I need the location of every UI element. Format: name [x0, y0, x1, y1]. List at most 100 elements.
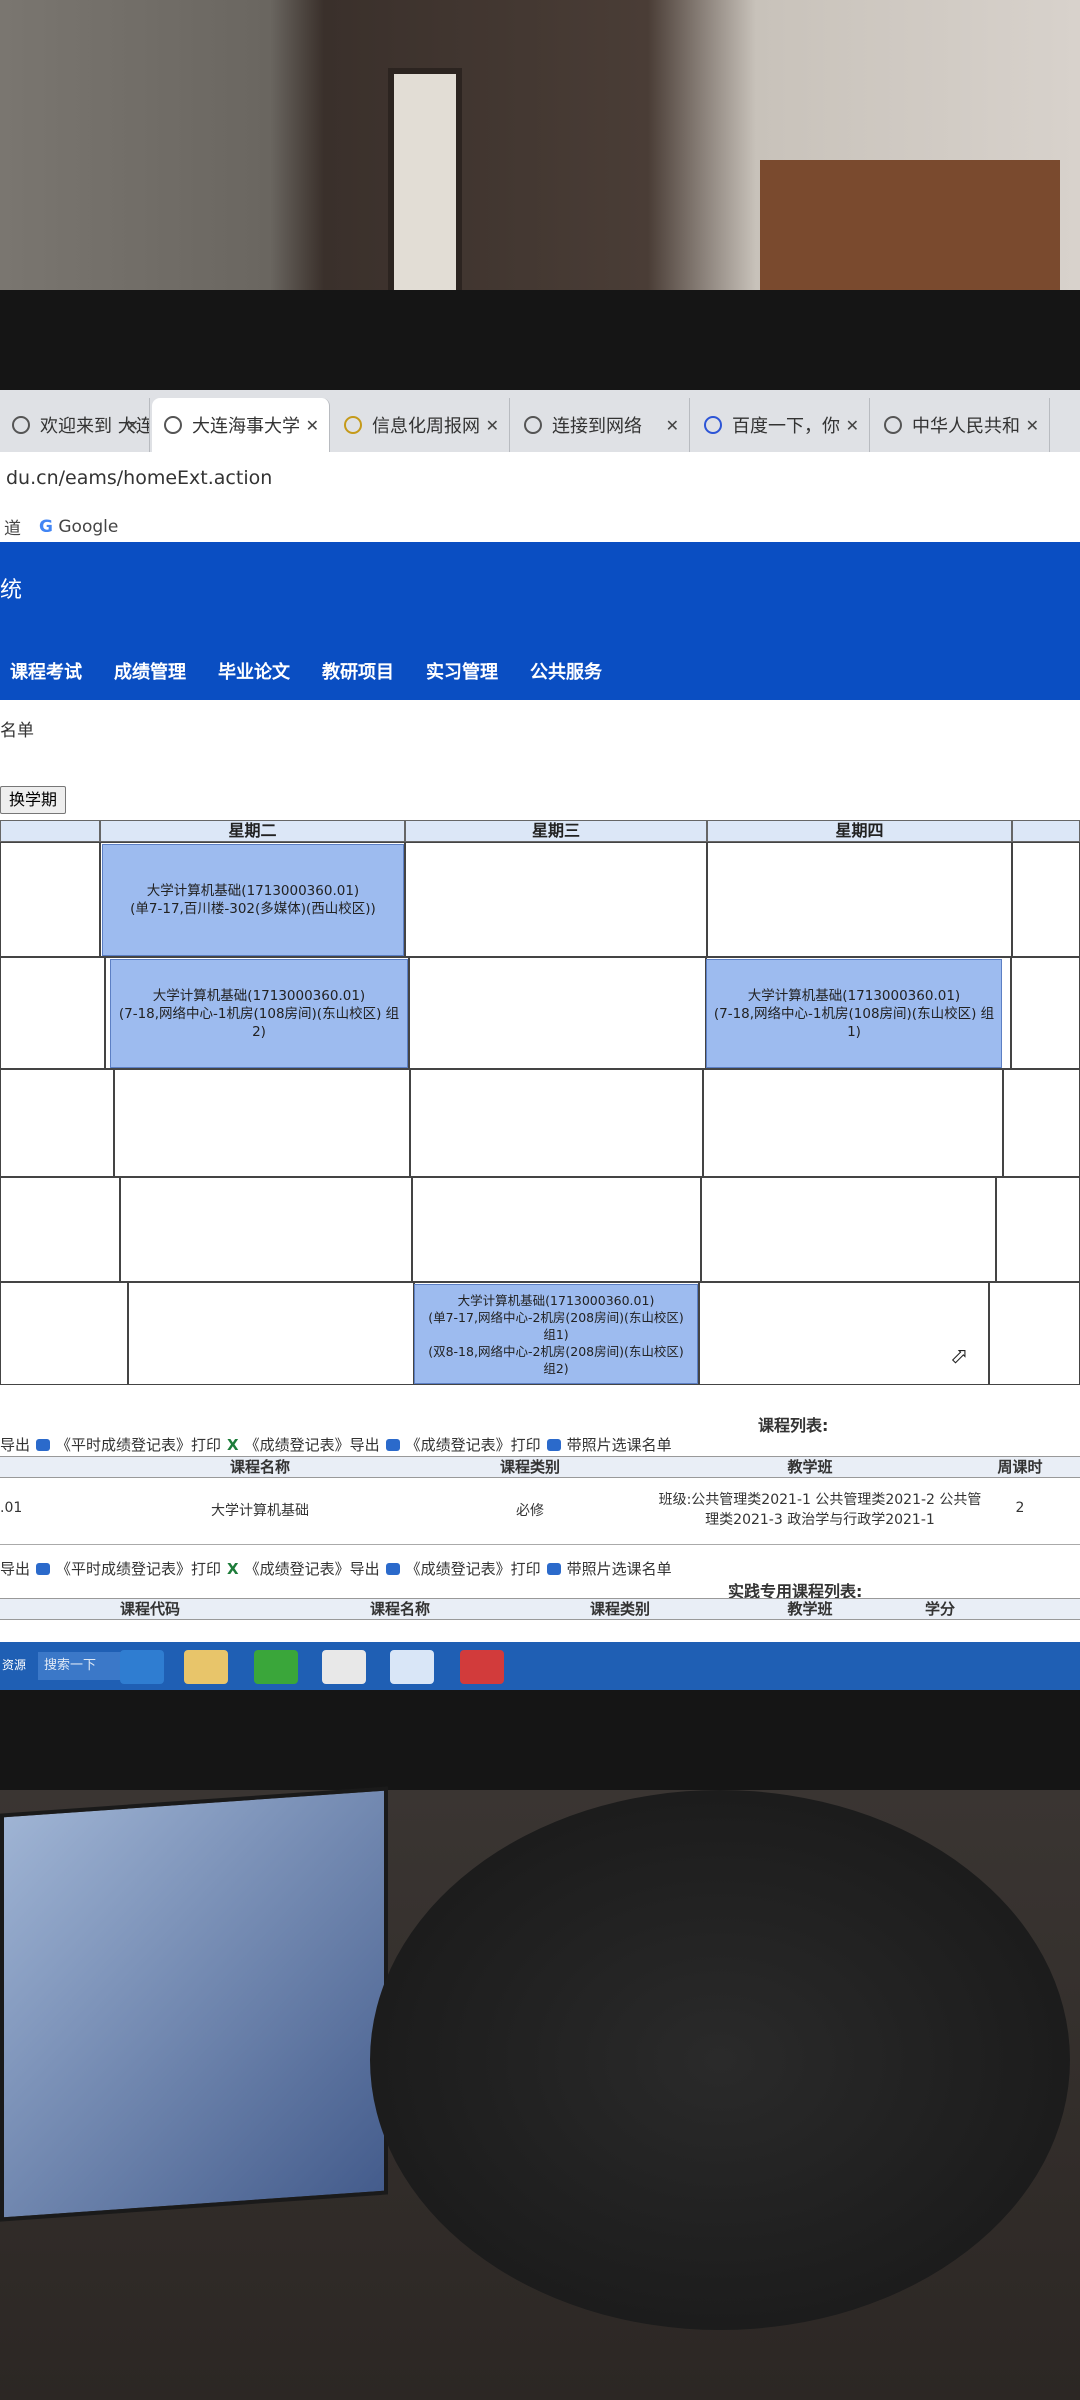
course-block-tue-1[interactable]: 大学计算机基础(1713000360.01) (单7-17,百川楼-302(多媒… — [102, 844, 404, 956]
col-course-name: 课程名称 — [229, 1458, 290, 1476]
tab-label: 信息化周报网 — [372, 416, 480, 437]
timetable-cell — [405, 842, 707, 957]
folder-icon[interactable] — [184, 1650, 228, 1684]
close-icon[interactable]: ✕ — [1026, 416, 1039, 435]
practice-list-header: 课程代码 课程名称 课程类别 教学班 学分 — [0, 1598, 1080, 1620]
globe-icon — [12, 416, 30, 434]
timetable-cell — [996, 1177, 1080, 1282]
cloud-icon[interactable] — [390, 1650, 434, 1684]
course-line: (双8-18,网络中心-2机房(208房间)(东山校区) — [428, 1343, 684, 1359]
cube-icon — [344, 416, 362, 434]
address-text: du.cn/eams/homeExt.action — [6, 467, 273, 489]
globe-icon — [164, 416, 182, 434]
course-line: (单7-17,网络中心-2机房(208房间)(东山校区) — [428, 1309, 684, 1325]
close-icon[interactable]: ✕ — [126, 416, 139, 435]
tab-label: 百度一下，你 — [732, 416, 840, 437]
nav-grades[interactable]: 成绩管理 — [114, 658, 186, 684]
practice-list-toolbar: 导出 《平时成绩登记表》打印 X 《成绩登记表》导出 《成绩登记表》打印 带照片… — [0, 1558, 672, 1579]
tab-network[interactable]: 连接到网络 ✕ — [512, 398, 690, 452]
timetable-cell — [701, 1177, 996, 1282]
windows-taskbar: 资源 搜索一下 — [0, 1642, 1080, 1690]
browser-tab-bar: 欢迎来到 大连 ✕ 大连海事大学 ✕ 信息化周报网 ✕ 连接到网络 ✕ 百度一下… — [0, 390, 1080, 452]
day-header-fri — [1012, 820, 1080, 842]
course-block-wed[interactable]: 大学计算机基础(1713000360.01) (单7-17,网络中心-2机房(2… — [414, 1284, 698, 1384]
export-link[interactable]: 导出 — [0, 1434, 30, 1455]
tab-label: 中华人民共和 — [912, 416, 1020, 437]
close-icon[interactable]: ✕ — [486, 416, 499, 435]
timetable-cell — [0, 1282, 128, 1385]
day-header-tue: 星期二 — [100, 820, 405, 842]
nav-research[interactable]: 教研项目 — [322, 658, 394, 684]
close-icon[interactable]: ✕ — [666, 416, 679, 435]
col-credits: 学分 — [924, 1600, 955, 1618]
course-block-thu[interactable]: 大学计算机基础(1713000360.01) (7-18,网络中心-1机房(10… — [706, 959, 1002, 1068]
tab-weekly[interactable]: 信息化周报网 ✕ — [332, 398, 510, 452]
tab-dmu[interactable]: 大连海事大学 ✕ — [152, 398, 330, 452]
bookmark-google[interactable]: G Google — [39, 517, 118, 537]
tab-baidu[interactable]: 百度一下，你 ✕ — [692, 398, 870, 452]
change-term-button[interactable]: 换学期 — [0, 786, 67, 814]
col-class: 教学班 — [787, 1458, 833, 1476]
site-banner: 统 — [0, 542, 1080, 642]
book-on-desk — [0, 1786, 388, 2222]
col-course-name: 课程名称 — [369, 1600, 430, 1618]
ie-icon[interactable] — [120, 1650, 164, 1684]
printer-icon — [385, 1562, 400, 1575]
close-icon[interactable]: ✕ — [846, 416, 859, 435]
close-icon[interactable]: ✕ — [306, 416, 319, 435]
nav-internship[interactable]: 实习管理 — [426, 658, 498, 684]
export-grade-link[interactable]: 《成绩登记表》导出 — [245, 1434, 380, 1455]
google-icon: G — [39, 516, 53, 537]
col-hours: 周课时 — [997, 1458, 1043, 1476]
baidu-paw-icon — [704, 416, 722, 434]
nav-public[interactable]: 公共服务 — [530, 658, 602, 684]
address-bar[interactable]: du.cn/eams/homeExt.action — [0, 452, 1080, 504]
cell-course-name: 大学计算机基础 — [211, 1503, 309, 1519]
course-line: 大学计算机基础(1713000360.01) — [152, 987, 366, 1004]
site-title: 统 — [0, 578, 23, 603]
col-course-category: 课程类别 — [499, 1458, 560, 1476]
col-class: 教学班 — [787, 1600, 833, 1618]
print-regular-link[interactable]: 《平时成绩登记表》打印 — [56, 1558, 221, 1579]
printer-icon — [546, 1438, 561, 1451]
tab-prc[interactable]: 中华人民共和 ✕ — [872, 398, 1050, 452]
day-header-thu: 星期四 — [707, 820, 1012, 842]
cell-hours: 2 — [1015, 1500, 1025, 1516]
course-list-row: .01 大学计算机基础 必修 班级:公共管理类2021-1 公共管理类2021-… — [0, 1476, 1080, 1545]
printer-icon — [546, 1562, 561, 1575]
home-icon[interactable] — [460, 1650, 504, 1684]
course-line: 大学计算机基础(1713000360.01) — [747, 987, 961, 1004]
timetable-cell — [0, 957, 105, 1069]
course-line: (单7-17,百川楼-302(多媒体)(西山校区)) — [130, 901, 376, 917]
timetable-cell — [128, 1282, 414, 1385]
timetable-cell — [120, 1177, 412, 1282]
printer-icon — [36, 1438, 51, 1451]
photo-list-link[interactable]: 带照片选课名单 — [567, 1434, 672, 1455]
col-course-code: 课程代码 — [119, 1600, 180, 1618]
chrome-icon[interactable] — [322, 1650, 366, 1684]
print-grade-link[interactable]: 《成绩登记表》打印 — [406, 1434, 541, 1455]
timetable-cell — [412, 1177, 701, 1282]
nav-thesis[interactable]: 毕业论文 — [218, 658, 290, 684]
course-block-tue-2[interactable]: 大学计算机基础(1713000360.01) (7-18,网络中心-1机房(10… — [110, 959, 408, 1068]
export-grade-link[interactable]: 《成绩登记表》导出 — [245, 1558, 380, 1579]
bookmark-google-label: Google — [58, 516, 119, 537]
tab-welcome[interactable]: 欢迎来到 大连 ✕ — [0, 398, 150, 452]
course-line: 大学计算机基础(1713000360.01) — [457, 1292, 655, 1308]
tab-label: 连接到网络 — [552, 416, 642, 437]
timetable: 星期二 星期三 星期四 大学计算机基础(1713000360.01) (单7-1… — [0, 820, 1080, 1385]
print-grade-link[interactable]: 《成绩登记表》打印 — [406, 1558, 541, 1579]
timetable-cell — [699, 1282, 989, 1385]
cell-class: 班级:公共管理类2021-1 公共管理类2021-2 公共管理类2021-3 政… — [658, 1492, 982, 1528]
shelf-background — [760, 160, 1060, 290]
export-link[interactable]: 导出 — [0, 1558, 30, 1579]
print-regular-link[interactable]: 《平时成绩登记表》打印 — [56, 1434, 221, 1455]
bookmark-item[interactable]: 道 — [4, 514, 21, 539]
browser-e-icon[interactable] — [254, 1650, 298, 1684]
nav-exam[interactable]: 课程考试 — [10, 658, 82, 684]
globe-icon — [524, 416, 542, 434]
photo-list-link[interactable]: 带照片选课名单 — [567, 1558, 672, 1579]
course-line: (7-18,网络中心-1机房(108房间)(东山校区) 组 — [713, 1005, 995, 1022]
timetable-cell — [409, 957, 706, 1069]
printer-icon — [385, 1438, 400, 1451]
